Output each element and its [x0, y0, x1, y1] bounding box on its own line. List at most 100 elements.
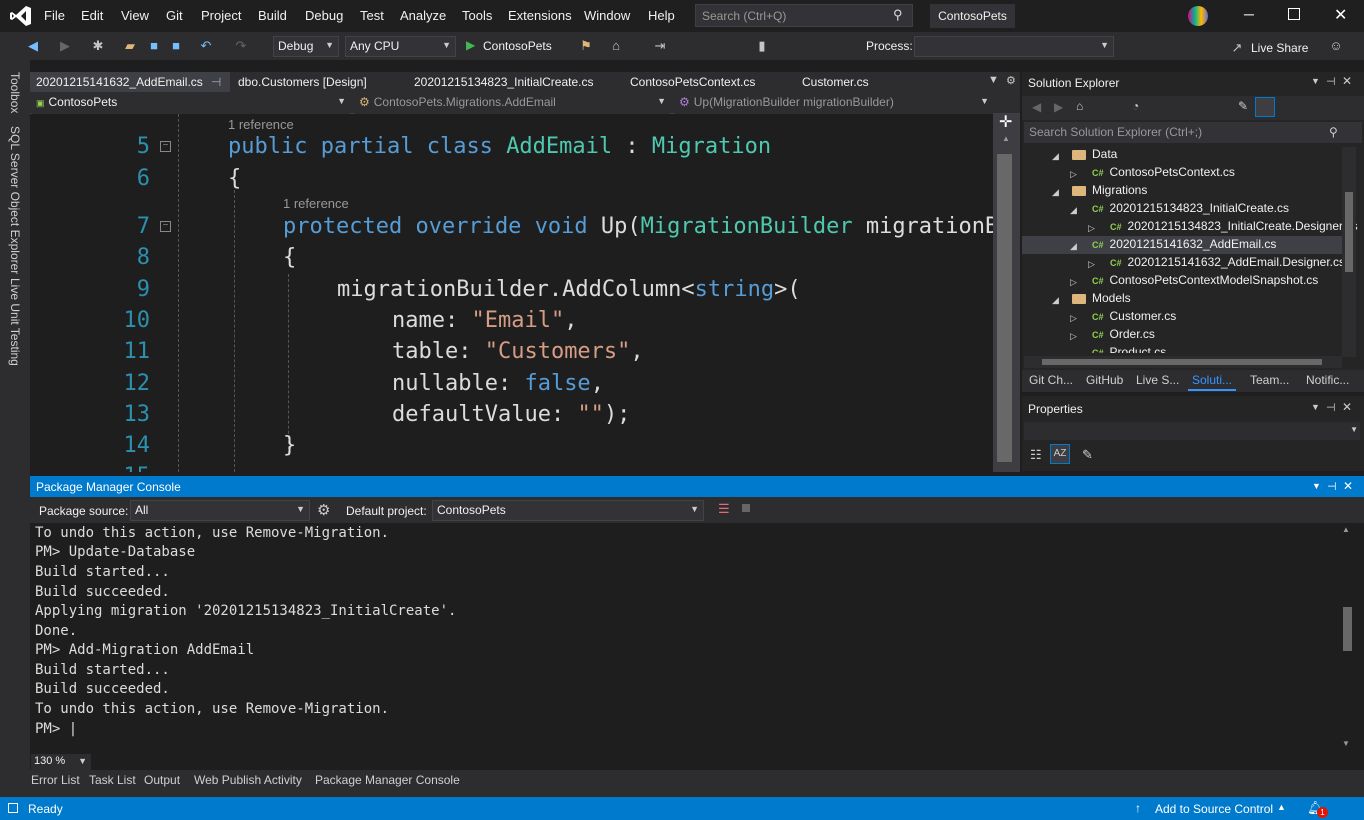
menu-build[interactable]: Build [258, 8, 287, 23]
tab-customer[interactable]: Customer.cs [796, 72, 875, 92]
tab-git-changes[interactable]: Git Ch... [1029, 373, 1073, 387]
menu-help[interactable]: Help [648, 8, 675, 23]
pin-icon[interactable]: ⊣ [1326, 75, 1336, 88]
collapse-arrow-icon[interactable]: ▷ [1070, 169, 1077, 180]
tree-file-selected[interactable]: C# 20201215141632_AddEmail.cs [1092, 237, 1276, 255]
tab-initialcreate[interactable]: 20201215134823_InitialCreate.cs [408, 72, 599, 92]
codelens-reference[interactable]: 1 reference [283, 196, 349, 211]
project-dropdown[interactable]: ▣ ContosoPets ▼ [32, 93, 350, 114]
code-editor[interactable]: 1 reference 1 reference − − 5 6 7 8 9 10… [30, 114, 993, 472]
collapse-icon[interactable]: − [160, 141, 171, 152]
tab-addemail[interactable]: 20201215141632_AddEmail.cs ⊣ [30, 72, 230, 92]
history-icon[interactable]: ◔ [1132, 99, 1139, 113]
tab-package-manager-console[interactable]: Package Manager Console [315, 773, 460, 787]
start-button[interactable]: ContosoPets [483, 39, 552, 53]
expand-arrow-icon[interactable]: ◢ [1052, 151, 1059, 162]
avatar[interactable] [1188, 6, 1208, 26]
save-icon[interactable]: ■ [146, 38, 162, 54]
open-folder-icon[interactable]: ▰ [122, 38, 138, 54]
feedback-icon[interactable]: ☺ [1328, 38, 1344, 54]
solution-search-input[interactable]: Search Solution Explorer (Ctrl+;) [1024, 122, 1362, 143]
step-icon[interactable]: ⇥ [652, 38, 668, 54]
codelens-reference[interactable]: 1 reference [228, 117, 294, 132]
tree-folder-data[interactable]: Data [1072, 147, 1117, 165]
tree-vscrollbar[interactable] [1342, 147, 1356, 357]
chevron-up-icon[interactable]: ▲ [1277, 802, 1286, 812]
tree-file[interactable]: C# Customer.cs [1092, 309, 1176, 327]
tree-file[interactable]: C# 20201215134823_InitialCreate.Designer.… [1110, 219, 1358, 237]
menu-window[interactable]: Window [584, 8, 630, 23]
tree-file[interactable]: C# Product.cs [1092, 345, 1166, 353]
collapse-arrow-icon[interactable]: ▷ [1088, 259, 1095, 270]
alphabetical-icon[interactable]: AZ [1050, 444, 1070, 464]
forward-icon[interactable]: ▶ [57, 38, 73, 54]
tab-contosopetscontext[interactable]: ContosoPetsContext.cs [624, 72, 761, 92]
collapse-icon[interactable]: − [160, 221, 171, 232]
categorized-icon[interactable]: ☷ [1030, 447, 1042, 463]
tree-folder-migrations[interactable]: Migrations [1072, 183, 1147, 201]
member-dropdown[interactable]: ⚙ Up(MigrationBuilder migrationBuilder) ▼ [675, 93, 993, 114]
split-icon[interactable]: ✛ [999, 112, 1012, 132]
bookmark-icon[interactable]: ▮ [754, 38, 770, 54]
zoom-select[interactable]: 130 % ▼ [31, 754, 91, 770]
add-to-source-control-button[interactable]: Add to Source Control [1155, 802, 1273, 816]
console-scrollbar[interactable]: ▲ ▼ [1340, 525, 1354, 753]
pin-icon[interactable]: ⊣ [1326, 401, 1336, 414]
tab-customers-design[interactable]: dbo.Customers [Design] [232, 72, 373, 92]
tree-file[interactable]: C# Order.cs [1092, 327, 1155, 345]
configuration-select[interactable]: Debug ▼ [273, 36, 339, 57]
menu-extensions[interactable]: Extensions [508, 8, 572, 23]
menu-tools[interactable]: Tools [462, 8, 492, 23]
pin-icon[interactable]: ⊣ [211, 75, 221, 89]
search-input[interactable]: Search (Ctrl+Q) [695, 4, 913, 27]
live-share-icon[interactable]: ↗ [1229, 40, 1245, 56]
tab-list-icon[interactable]: ▼ [988, 74, 999, 86]
collapse-arrow-icon[interactable]: ▷ [1088, 223, 1095, 234]
preview-toggle-icon[interactable] [1255, 97, 1275, 117]
gear-icon[interactable]: ⚙ [1006, 74, 1016, 87]
sql-server-object-explorer-tab[interactable]: SQL Server Object Explorer [8, 126, 22, 274]
menu-project[interactable]: Project [201, 8, 241, 23]
menu-debug[interactable]: Debug [305, 8, 343, 23]
live-share-button[interactable]: Live Share [1251, 41, 1308, 55]
minimize-icon[interactable]: ─ [1244, 6, 1254, 22]
menu-test[interactable]: Test [360, 8, 384, 23]
redo-icon[interactable]: ↷ [233, 38, 249, 54]
tree-file[interactable]: C# 20201215141632_AddEmail.Designer.cs [1110, 255, 1345, 273]
chevron-down-icon[interactable]: ▼ [1312, 481, 1321, 491]
forward-icon[interactable]: ▶ [1054, 100, 1063, 114]
tree-hscrollbar[interactable] [1024, 356, 1342, 368]
tab-live-share[interactable]: Live S... [1136, 373, 1179, 387]
close-icon[interactable]: ✕ [1342, 400, 1352, 414]
type-dropdown[interactable]: ⚙ ContosoPets.Migrations.AddEmail ▼ [355, 93, 670, 114]
default-project-select[interactable]: ContosoPets ▼ [432, 500, 704, 521]
chevron-down-icon[interactable]: ▼ [1311, 76, 1320, 86]
expand-arrow-icon[interactable]: ◢ [1052, 295, 1059, 306]
wrench-icon[interactable]: ✎ [1238, 99, 1248, 113]
stop-icon[interactable] [742, 504, 750, 512]
scroll-thumb[interactable] [1042, 359, 1322, 365]
close-icon[interactable]: ✕ [1343, 479, 1353, 493]
gear-icon[interactable]: ⚙ [317, 501, 330, 519]
close-icon[interactable]: ✕ [1334, 5, 1347, 25]
tab-github[interactable]: GitHub [1086, 373, 1123, 387]
tab-error-list[interactable]: Error List [31, 773, 80, 787]
toolbox-tab[interactable]: Toolbox [8, 72, 22, 113]
editor-scrollbar[interactable]: ✛ ▲ [993, 114, 1020, 472]
tree-file[interactable]: C# ContosoPetsContext.cs [1092, 165, 1235, 183]
expand-arrow-icon[interactable]: ◢ [1070, 205, 1077, 216]
maximize-icon[interactable] [1288, 8, 1300, 20]
close-icon[interactable]: ✕ [1342, 74, 1352, 88]
scroll-up-icon[interactable]: ▲ [1002, 134, 1010, 143]
menu-edit[interactable]: Edit [81, 8, 103, 23]
tab-task-list[interactable]: Task List [89, 773, 136, 787]
menu-git[interactable]: Git [166, 8, 183, 23]
tree-file[interactable]: C# ContosoPetsContextModelSnapshot.cs [1092, 273, 1318, 291]
scroll-thumb[interactable] [1345, 192, 1353, 272]
live-unit-testing-tab[interactable]: Live Unit Testing [8, 278, 22, 366]
browser-icon[interactable]: ⌂ [608, 38, 624, 54]
platform-select[interactable]: Any CPU ▼ [345, 36, 456, 57]
process-select[interactable]: ▼ [914, 36, 1114, 57]
new-item-icon[interactable]: ✱ [90, 38, 106, 54]
tab-team-explorer[interactable]: Team... [1250, 373, 1289, 387]
